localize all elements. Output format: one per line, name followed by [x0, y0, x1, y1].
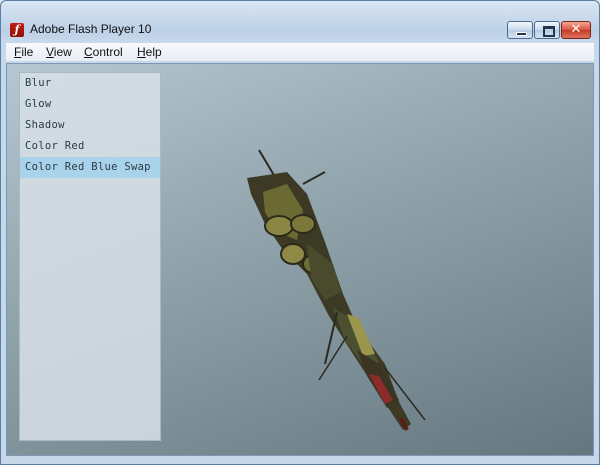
menu-help-label: elp — [145, 45, 162, 59]
menu-view-label: iew — [53, 45, 72, 59]
minimize-button[interactable] — [507, 21, 533, 39]
menu-view[interactable]: View — [46, 45, 72, 59]
minimize-icon — [516, 32, 527, 36]
menu-file-label: ile — [21, 45, 34, 59]
menu-help[interactable]: Help — [137, 45, 162, 59]
close-button[interactable]: ✕ — [561, 21, 591, 39]
maximize-button[interactable] — [534, 21, 560, 39]
close-icon: ✕ — [570, 22, 582, 37]
flash-stage[interactable]: Blur Glow Shadow Color Red Color Red Blu… — [6, 63, 594, 456]
menu-view-mnemonic: V — [46, 45, 54, 59]
filter-item-color-red[interactable]: Color Red — [20, 136, 160, 157]
flash-logo-glyph: ƒ — [14, 23, 20, 36]
menu-control-label: ontrol — [92, 45, 123, 59]
menu-control[interactable]: Control — [84, 45, 123, 59]
menu-bar: File View Control Help — [6, 43, 594, 61]
menu-control-mnemonic: C — [84, 45, 93, 59]
maximize-icon — [543, 26, 555, 37]
spaceship-hull — [247, 149, 426, 431]
title-bar[interactable]: ƒ Adobe Flash Player 10 ✕ — [1, 1, 599, 41]
window-title: Adobe Flash Player 10 — [30, 22, 152, 36]
menu-file[interactable]: File — [14, 45, 33, 59]
flash-player-window: ƒ Adobe Flash Player 10 ✕ File View Cont… — [0, 0, 600, 465]
flash-logo-icon: ƒ — [10, 23, 24, 37]
filter-item-glow[interactable]: Glow — [20, 94, 160, 115]
filter-item-color-red-blue-swap[interactable]: Color Red Blue Swap — [20, 157, 160, 178]
menu-help-mnemonic: H — [137, 45, 146, 59]
filter-item-blur[interactable]: Blur — [20, 73, 160, 94]
filter-list: Blur Glow Shadow Color Red Color Red Blu… — [19, 72, 161, 441]
filter-item-shadow[interactable]: Shadow — [20, 115, 160, 136]
